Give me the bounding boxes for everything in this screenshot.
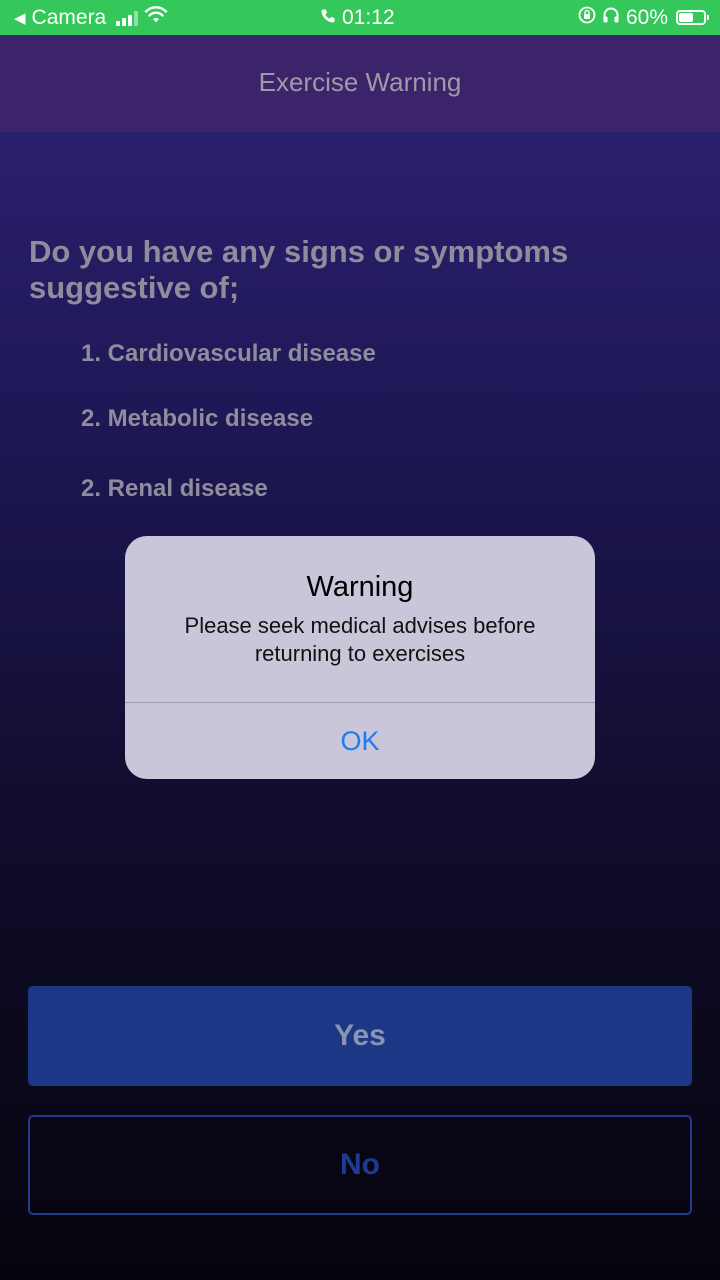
- warning-alert-dialog: Warning Please seek medical advises befo…: [125, 536, 595, 779]
- condition-item-metabolic: 2. Metabolic disease: [81, 405, 314, 432]
- battery-icon: [676, 10, 709, 25]
- wifi-icon: [144, 5, 168, 30]
- navigation-bar: Exercise Warning: [0, 35, 720, 132]
- back-app-label[interactable]: Camera: [32, 6, 107, 30]
- status-bar: ◀ Camera 01:12 60%: [0, 0, 720, 35]
- yes-button[interactable]: Yes: [28, 986, 692, 1086]
- question-text: Do you have any signs or symptoms sugges…: [29, 234, 569, 305]
- orientation-lock-icon: [578, 6, 596, 30]
- alert-ok-button[interactable]: OK: [125, 703, 595, 779]
- headphones-icon: [602, 6, 620, 30]
- cellular-signal-icon: [116, 10, 139, 26]
- status-bar-right: 60%: [578, 0, 709, 35]
- alert-title: Warning: [306, 571, 414, 603]
- status-bar-center: 01:12: [320, 0, 395, 35]
- battery-level-fill: [679, 13, 694, 22]
- page-title: Exercise Warning: [258, 67, 462, 97]
- battery-percent: 60%: [625, 5, 668, 29]
- phone-call-icon: [320, 6, 336, 30]
- no-button[interactable]: No: [28, 1115, 692, 1215]
- condition-item-renal: 2. Renal disease: [81, 475, 268, 502]
- condition-item-cardiovascular: 1. Cardiovascular disease: [81, 340, 376, 367]
- alert-message: Please seek medical advises before retur…: [184, 613, 536, 666]
- status-time: 01:12: [342, 5, 395, 29]
- back-arrow-icon[interactable]: ◀: [14, 9, 26, 27]
- status-bar-left: ◀ Camera: [14, 0, 168, 35]
